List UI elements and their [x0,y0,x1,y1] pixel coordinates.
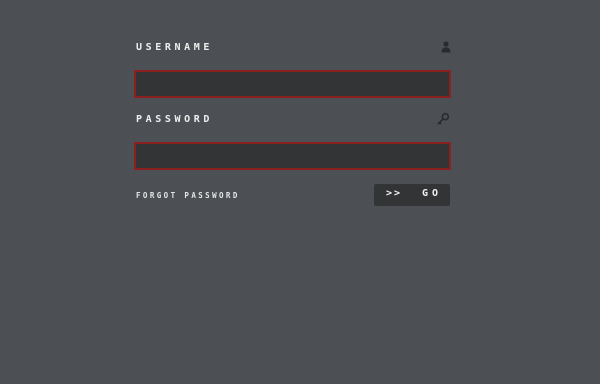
double-chevron-right-icon: >> [386,188,403,199]
login-form: USERNAME PASSWORD FORGOT PASSWORD >> GO [0,0,600,384]
password-label: PASSWORD [136,114,213,125]
key-icon [436,111,450,125]
go-button-label: GO [421,188,442,199]
forgot-password-link[interactable]: FORGOT PASSWORD [136,191,240,200]
username-input[interactable] [134,70,451,98]
user-icon [439,39,453,53]
password-input[interactable] [134,142,451,170]
username-label: USERNAME [136,42,213,53]
go-button[interactable]: >> GO [374,184,450,206]
